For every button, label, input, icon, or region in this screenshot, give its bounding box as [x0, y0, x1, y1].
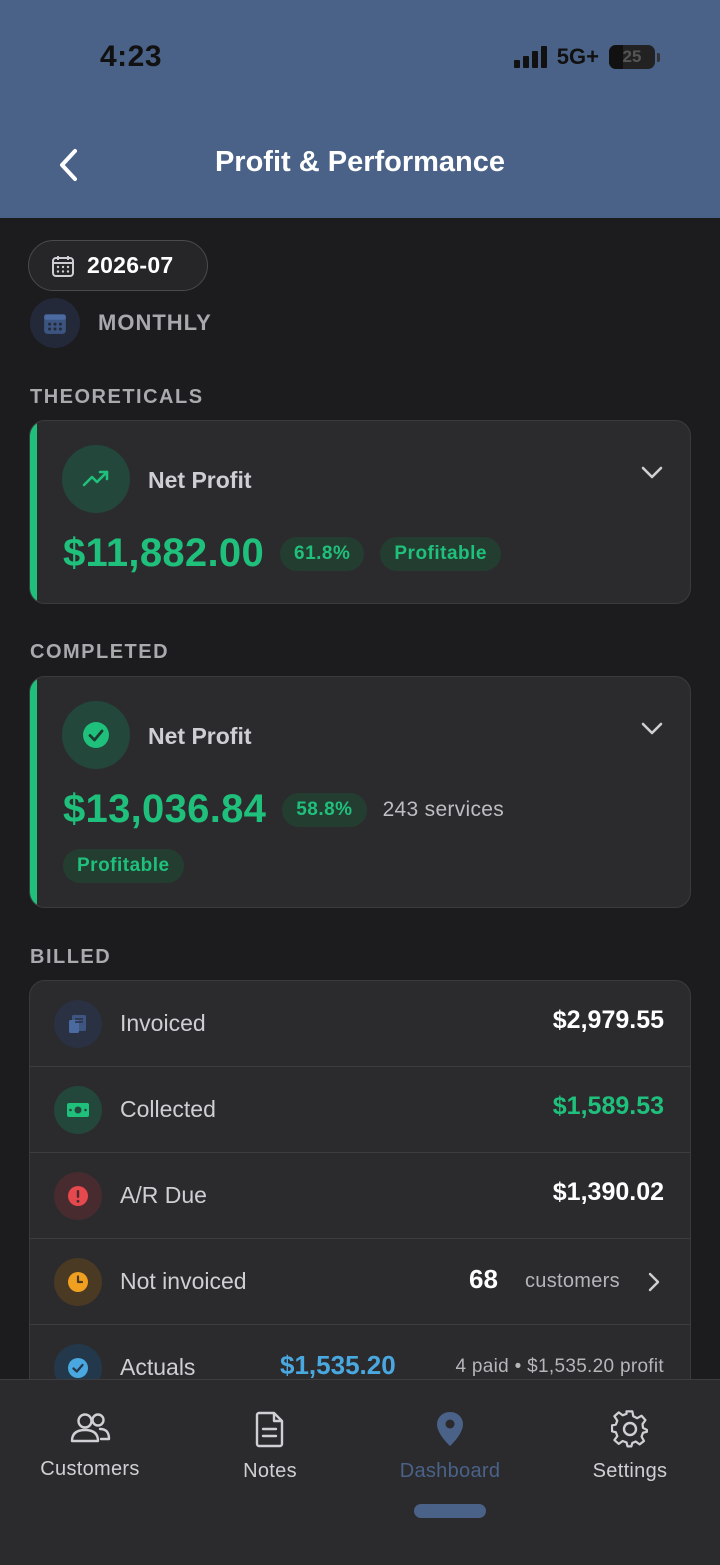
invoice-icon	[69, 1015, 86, 1033]
row-value: $1,589.53	[552, 1092, 664, 1120]
calendar-icon	[44, 314, 66, 334]
date-value: 2026-07	[87, 252, 174, 278]
services-count: 243 services	[382, 797, 505, 821]
battery-level: 25	[622, 47, 642, 66]
cash-icon	[67, 1103, 89, 1117]
status-time: 4:23	[100, 40, 163, 73]
list-item-collected[interactable]: Collected $1,589.53	[30, 1067, 690, 1153]
card-accent	[30, 677, 37, 907]
billed-list: Invoiced $2,979.55 Collected $1,589.53 A…	[29, 980, 691, 1400]
tab-label: Customers	[40, 1458, 140, 1480]
map-pin-icon	[437, 1412, 463, 1446]
expand-button[interactable]	[640, 721, 664, 742]
row-value: $1,535.20	[280, 1350, 396, 1380]
margin-badge: 58.8%	[282, 792, 367, 827]
card-label: Net Profit	[148, 723, 252, 749]
card-icon-wrap	[62, 701, 130, 769]
margin-badge: 61.8%	[280, 536, 365, 571]
status-badge: Profitable	[63, 849, 184, 883]
chevron-down-icon	[641, 466, 663, 479]
row-icon-wrap	[54, 1172, 102, 1220]
tab-label: Settings	[592, 1460, 668, 1482]
period-selector[interactable]: MONTHLY	[30, 298, 212, 348]
net-profit-amount: $11,882.00	[63, 531, 264, 575]
trending-up-icon	[82, 470, 109, 487]
period-label: MONTHLY	[98, 310, 212, 335]
row-label: Actuals	[120, 1354, 196, 1380]
chevron-down-icon	[641, 722, 663, 735]
card-icon-wrap	[62, 445, 130, 513]
row-count: 68	[469, 1264, 498, 1294]
row-icon-wrap	[54, 1000, 102, 1048]
section-heading-theoreticals: THEORETICALS	[30, 386, 204, 408]
card-accent	[30, 421, 37, 603]
calendar-icon	[52, 255, 74, 277]
people-icon	[70, 1413, 111, 1443]
gear-icon	[611, 1410, 649, 1448]
list-item-ar-due[interactable]: A/R Due $1,390.02	[30, 1153, 690, 1239]
check-circle-icon	[83, 722, 109, 748]
clock-icon	[68, 1272, 88, 1292]
date-picker-button[interactable]: 2026-07	[28, 240, 208, 291]
row-unit: customers	[525, 1270, 620, 1292]
row-label: Not invoiced	[120, 1268, 247, 1294]
completed-net-profit-card[interactable]: Net Profit $13,036.84 58.8% 243 services…	[29, 676, 691, 908]
home-indicator[interactable]	[414, 1504, 486, 1518]
theoreticals-net-profit-card[interactable]: Net Profit $11,882.00 61.8% Profitable	[29, 420, 691, 604]
row-value: $2,979.55	[552, 1006, 664, 1034]
signal-icon	[513, 46, 547, 68]
tab-label: Notes	[243, 1460, 297, 1482]
list-item-invoiced[interactable]: Invoiced $2,979.55	[30, 981, 690, 1067]
row-label: A/R Due	[120, 1182, 207, 1208]
top-bar: 4:23 5G+ 25 Profit & Performance	[0, 0, 720, 218]
bottom-tab-bar: Customers Notes Dashboard Settings	[0, 1379, 720, 1565]
row-label: Invoiced	[120, 1010, 206, 1036]
list-item-not-invoiced[interactable]: Not invoiced 68 customers	[30, 1239, 690, 1325]
expand-button[interactable]	[640, 465, 664, 486]
row-label: Collected	[120, 1096, 216, 1122]
period-icon-wrap	[30, 298, 80, 348]
tab-customers[interactable]: Customers	[0, 1410, 180, 1481]
alert-icon	[68, 1186, 88, 1206]
tab-label: Dashboard	[399, 1460, 501, 1482]
chevron-right-icon	[648, 1272, 660, 1292]
tab-dashboard[interactable]: Dashboard	[360, 1410, 540, 1483]
section-heading-billed: BILLED	[30, 946, 112, 968]
status-indicators: 5G+ 25	[513, 44, 660, 70]
tab-settings[interactable]: Settings	[540, 1410, 720, 1483]
document-icon	[255, 1411, 284, 1448]
battery-icon: 25	[609, 45, 655, 69]
row-detail: 4 paid • $1,535.20 profit	[455, 1356, 664, 1377]
net-profit-amount: $13,036.84	[63, 787, 267, 831]
page-title: Profit & Performance	[214, 146, 506, 178]
check-circle-icon	[68, 1358, 88, 1378]
row-icon-wrap	[54, 1258, 102, 1306]
row-value: $1,390.02	[552, 1178, 664, 1206]
section-heading-completed: COMPLETED	[30, 641, 170, 663]
network-type: 5G+	[556, 44, 599, 69]
tab-notes[interactable]: Notes	[180, 1410, 360, 1483]
row-icon-wrap	[54, 1086, 102, 1134]
status-badge: Profitable	[380, 536, 501, 571]
card-label: Net Profit	[148, 467, 252, 493]
